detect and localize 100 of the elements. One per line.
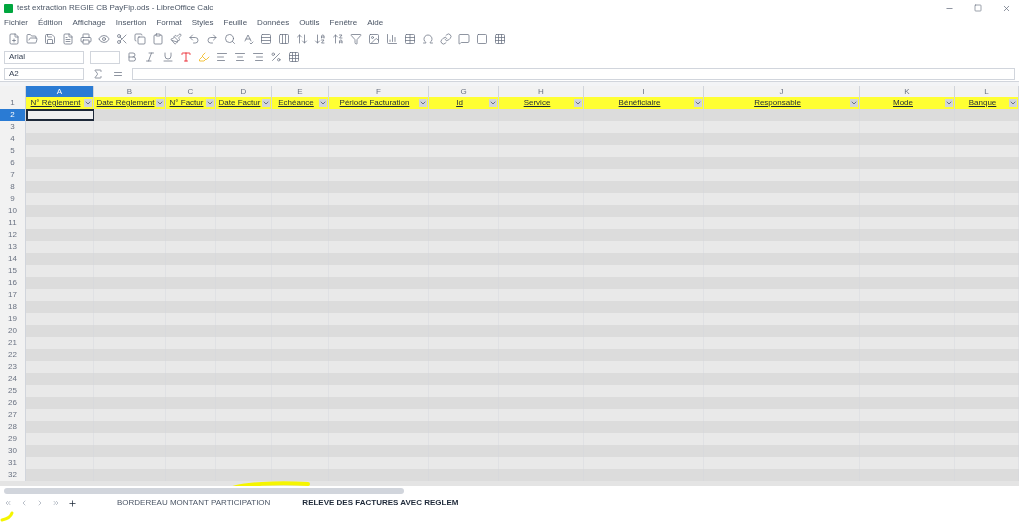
- redo-icon[interactable]: [206, 33, 218, 45]
- hyperlink-icon[interactable]: [440, 33, 452, 45]
- autofilter-dropdown-icon[interactable]: [84, 99, 92, 107]
- row-header[interactable]: 11: [0, 217, 26, 229]
- row-header[interactable]: 19: [0, 313, 26, 325]
- font-size-field[interactable]: [90, 50, 120, 64]
- open-folder-icon[interactable]: [26, 33, 38, 45]
- sort-icon[interactable]: [296, 33, 308, 45]
- row-header[interactable]: 21: [0, 337, 26, 349]
- menu-item[interactable]: Aide: [367, 17, 384, 29]
- row-header[interactable]: 27: [0, 409, 26, 421]
- previous-sheet-icon[interactable]: [20, 499, 28, 507]
- autofilter-dropdown-icon[interactable]: [489, 99, 497, 107]
- formula-input-field[interactable]: [132, 67, 1015, 80]
- column-header[interactable]: A: [26, 86, 94, 97]
- row-header[interactable]: 5: [0, 145, 26, 157]
- row-header[interactable]: 17: [0, 289, 26, 301]
- autofilter-dropdown-icon[interactable]: [850, 99, 858, 107]
- row-header[interactable]: 30: [0, 445, 26, 457]
- borders-icon[interactable]: [288, 51, 300, 63]
- menu-item[interactable]: Format: [156, 17, 182, 29]
- menu-item[interactable]: Édition: [38, 17, 63, 29]
- sort-descending-icon[interactable]: [332, 33, 344, 45]
- row-header[interactable]: 16: [0, 277, 26, 289]
- underline-icon[interactable]: [162, 51, 174, 63]
- row-header[interactable]: 14: [0, 253, 26, 265]
- autofilter-dropdown-icon[interactable]: [419, 99, 427, 107]
- maximize-icon[interactable]: [974, 3, 982, 12]
- row-header[interactable]: 29: [0, 433, 26, 445]
- menu-item[interactable]: Affichage: [72, 17, 106, 29]
- menu-item[interactable]: Fenêtre: [329, 17, 358, 29]
- row-header[interactable]: 9: [0, 193, 26, 205]
- italic-icon[interactable]: [144, 51, 156, 63]
- last-sheet-icon[interactable]: [52, 499, 60, 507]
- row-header[interactable]: 20: [0, 325, 26, 337]
- menu-item[interactable]: Fichier: [4, 17, 28, 29]
- cut-icon[interactable]: [116, 33, 128, 45]
- row-icon[interactable]: [260, 33, 272, 45]
- menu-item[interactable]: Données: [257, 17, 290, 29]
- row-header[interactable]: 26: [0, 397, 26, 409]
- row-header[interactable]: 12: [0, 229, 26, 241]
- row-header[interactable]: 6: [0, 157, 26, 169]
- first-sheet-icon[interactable]: [4, 499, 12, 507]
- find-icon[interactable]: [224, 33, 236, 45]
- autofilter-dropdown-icon[interactable]: [945, 99, 953, 107]
- menu-item[interactable]: Insertion: [115, 17, 147, 29]
- menu-item[interactable]: Feuille: [223, 17, 248, 29]
- autofilter-dropdown-icon[interactable]: [262, 99, 270, 107]
- row-header[interactable]: 13: [0, 241, 26, 253]
- row-header[interactable]: 1: [0, 97, 26, 109]
- close-icon[interactable]: [1002, 3, 1011, 13]
- menu-item[interactable]: Outils: [299, 17, 320, 29]
- align-right-icon[interactable]: [252, 51, 264, 63]
- font-color-icon[interactable]: [180, 51, 192, 63]
- percent-icon[interactable]: [270, 51, 282, 63]
- autofilter-dropdown-icon[interactable]: [1009, 99, 1017, 107]
- copy-icon[interactable]: [134, 33, 146, 45]
- autofilter-dropdown-icon[interactable]: [156, 99, 164, 107]
- paste-icon[interactable]: [152, 33, 164, 45]
- align-left-icon[interactable]: [216, 51, 228, 63]
- column-icon[interactable]: [278, 33, 290, 45]
- horizontal-scrollbar[interactable]: [4, 488, 404, 494]
- autofilter-dropdown-icon[interactable]: [574, 99, 582, 107]
- autofilter-dropdown-icon[interactable]: [319, 99, 327, 107]
- chart-icon[interactable]: [386, 33, 398, 45]
- menu-item[interactable]: Styles: [191, 17, 214, 29]
- row-header[interactable]: 10: [0, 205, 26, 217]
- spellcheck-icon[interactable]: [242, 33, 254, 45]
- special-character-icon[interactable]: [422, 33, 434, 45]
- row-header[interactable]: 32: [0, 469, 26, 481]
- active-cell[interactable]: [26, 109, 94, 121]
- autofilter-dropdown-icon[interactable]: [206, 99, 214, 107]
- next-sheet-icon[interactable]: [36, 499, 44, 507]
- row-header[interactable]: 18: [0, 301, 26, 313]
- print-icon[interactable]: [80, 33, 92, 45]
- sort-ascending-icon[interactable]: [314, 33, 326, 45]
- clone-format-icon[interactable]: [170, 33, 182, 45]
- image-icon[interactable]: [368, 33, 380, 45]
- row-header[interactable]: 24: [0, 373, 26, 385]
- name-box[interactable]: A2: [4, 67, 84, 80]
- autofilter-dropdown-icon[interactable]: [694, 99, 702, 107]
- function-wizard-icon[interactable]: [92, 67, 104, 80]
- add-sheet-icon[interactable]: [68, 498, 77, 508]
- row-header[interactable]: 4: [0, 133, 26, 145]
- new-document-icon[interactable]: [8, 33, 20, 45]
- bold-icon[interactable]: [126, 51, 138, 63]
- comment-icon[interactable]: [458, 33, 470, 45]
- row-header[interactable]: 23: [0, 361, 26, 373]
- pivot-table-icon[interactable]: [404, 33, 416, 45]
- row-header[interactable]: 7: [0, 169, 26, 181]
- row-header[interactable]: 8: [0, 181, 26, 193]
- sheet-tab[interactable]: BORDEREAU MONTANT PARTICIPATION: [105, 497, 283, 509]
- autofilter-icon[interactable]: [350, 33, 362, 45]
- row-header[interactable]: 31: [0, 457, 26, 469]
- font-name-field[interactable]: Arial: [4, 50, 84, 64]
- highlight-icon[interactable]: [198, 51, 210, 63]
- row-header[interactable]: 22: [0, 349, 26, 361]
- save-icon[interactable]: [44, 33, 56, 45]
- undo-icon[interactable]: [188, 33, 200, 45]
- row-header[interactable]: 2: [0, 109, 26, 121]
